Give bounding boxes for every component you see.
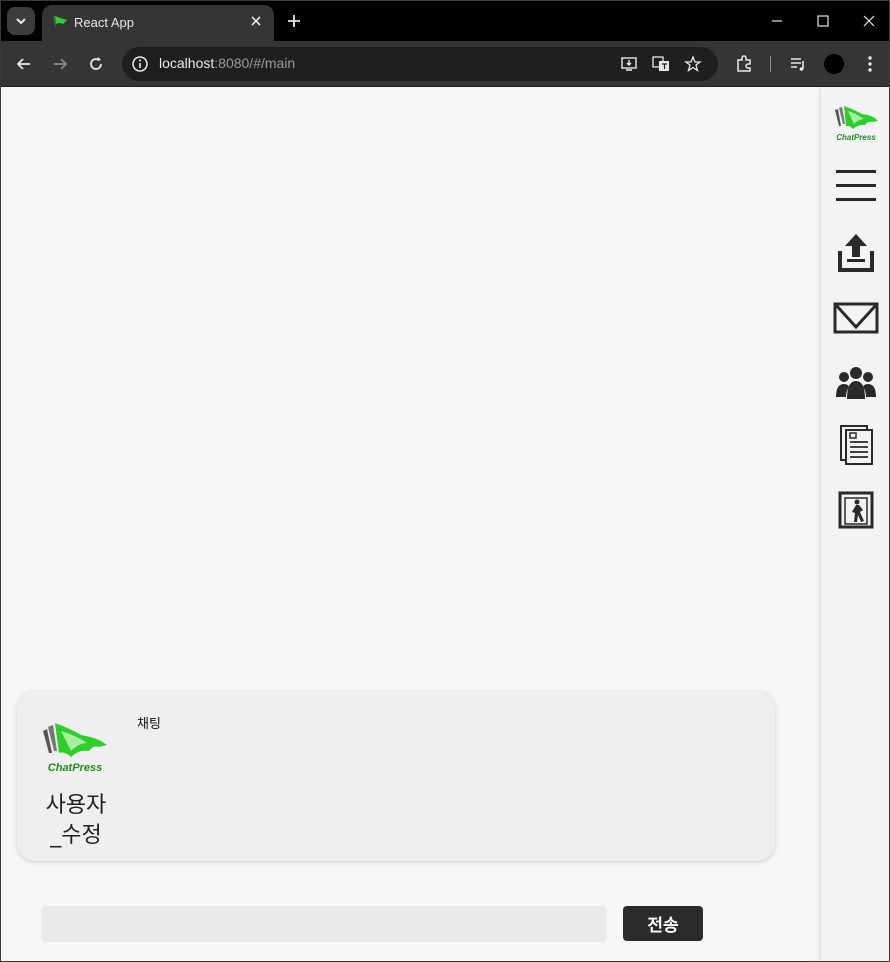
chat-card: ChatPress 채팅 사용자_수정 (17, 691, 775, 861)
reload-icon[interactable] (86, 54, 106, 74)
toolbar-divider (770, 56, 771, 72)
people-icon[interactable] (833, 363, 879, 403)
star-icon[interactable] (684, 55, 702, 73)
sidebar-logo[interactable]: ChatPress (833, 104, 879, 142)
user-name: 사용자_수정 (45, 793, 107, 848)
close-icon[interactable] (248, 13, 264, 29)
message-input[interactable] (41, 906, 607, 942)
sidebar-logo-text: ChatPress (836, 133, 876, 142)
arrow-left-icon[interactable] (14, 54, 34, 74)
new-tab-plus-icon[interactable] (284, 11, 304, 31)
send-button[interactable]: 전송 (623, 906, 703, 941)
tab-search-button[interactable] (7, 7, 35, 35)
tab-strip: React App (1, 1, 889, 41)
info-icon[interactable] (131, 55, 149, 73)
chevron-down-icon (16, 18, 26, 25)
puzzle-icon[interactable] (734, 54, 754, 74)
install-app-icon[interactable] (620, 55, 638, 73)
arrow-right-icon[interactable] (50, 54, 70, 74)
url-text[interactable]: localhost:8080/#/main (159, 55, 295, 71)
chat-title: 채팅 (137, 717, 161, 732)
media-control-icon[interactable] (788, 54, 808, 74)
right-sidebar: ChatPress (820, 88, 889, 961)
exit-door-icon[interactable] (833, 491, 879, 531)
hamburger-menu-icon[interactable] (833, 166, 879, 206)
document-icon[interactable] (833, 425, 879, 469)
browser-toolbar: localhost:8080/#/main (1, 41, 889, 87)
address-bar[interactable]: localhost:8080/#/main (122, 47, 718, 81)
mail-icon[interactable] (833, 298, 879, 338)
maximize-icon[interactable] (813, 11, 833, 31)
upload-icon[interactable] (833, 233, 879, 273)
avatar[interactable] (824, 54, 844, 74)
translate-icon[interactable] (652, 55, 670, 73)
minimize-icon[interactable] (767, 11, 787, 31)
kebab-menu-icon[interactable] (860, 54, 880, 74)
window-close-icon[interactable] (859, 11, 879, 31)
logo-text: ChatPress (48, 762, 102, 774)
tab-react-app[interactable]: React App (42, 5, 274, 41)
chatpress-flag-icon (53, 16, 67, 27)
browser-window: React App localhost:8080/#/main ChatPres… (0, 0, 890, 962)
page-content: ChatPress 채팅 사용자_수정 전송 ChatPress (1, 88, 889, 961)
chatpress-logo: ChatPress (43, 723, 107, 774)
tab-title: React App (74, 15, 134, 30)
